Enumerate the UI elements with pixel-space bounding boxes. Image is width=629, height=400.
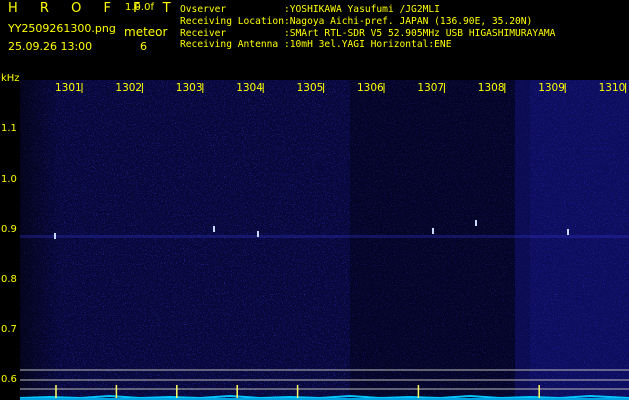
carrier-band [20,235,629,238]
meteor-echo [475,220,477,226]
time-label: 1310 [599,82,626,94]
time-label: 1305 [297,82,324,94]
time-label: 1304 [236,82,263,94]
time-label: 1309 [538,82,565,94]
noisy-band [515,80,629,400]
y-tick-label: 0.8 [1,274,17,285]
meteor-echo [213,226,215,232]
time-label: 1308 [478,82,505,94]
y-tick-label: 1.1 [1,123,17,134]
observer-label: Ovserver [180,4,227,15]
time-label: 1307 [417,82,444,94]
y-axis-unit: kHz [1,73,20,84]
location-value: :Nagoya Aichi-pref. JAPAN (136.90E, 35.2… [283,15,533,27]
antenna-value: :10mH 3el.YAGI Horizontal:ENE [283,39,452,51]
location-label: Receiving Location [180,15,284,27]
antenna-label: Receiving Antenna [180,39,279,51]
observer-value: :YOSHIKAWA Yasufumi /JG2MLI [283,4,440,15]
meteor-count: 6 [140,40,147,53]
app-version: 1.0.0f [125,2,154,13]
y-tick-label: 1.0 [1,174,17,185]
station-info: Ovserver :YOSHIKAWA Yasufumi /JG2MLI Rec… [180,4,555,51]
time-label: 1301 [55,82,82,94]
meteor-echo [54,233,56,239]
time-label: 1302 [115,82,142,94]
time-label: 1303 [176,82,203,94]
receiver-label: Receiver [180,27,227,39]
meteor-label: meteor [124,25,168,39]
receiver-value: :SMArt RTL-SDR V5 52.905MHz USB HIGASHIM… [283,27,556,39]
edge-shade [20,80,60,400]
observation-datetime: 25.09.26 13:00 [8,40,93,53]
meteor-echo [567,229,569,235]
time-label: 1306 [357,82,384,94]
y-tick-label: 0.9 [1,224,17,235]
meteor-echo [432,228,434,234]
quiet-band [350,80,530,400]
y-tick-label: 0.6 [1,374,17,385]
meteor-echo [257,231,259,237]
spectrogram: 1301 1302 1303 1304 1305 1306 1307 1308 1309 1310 [20,80,629,400]
image-filename: YY2509261300.png [8,22,116,35]
y-tick-label: 0.7 [1,324,17,335]
